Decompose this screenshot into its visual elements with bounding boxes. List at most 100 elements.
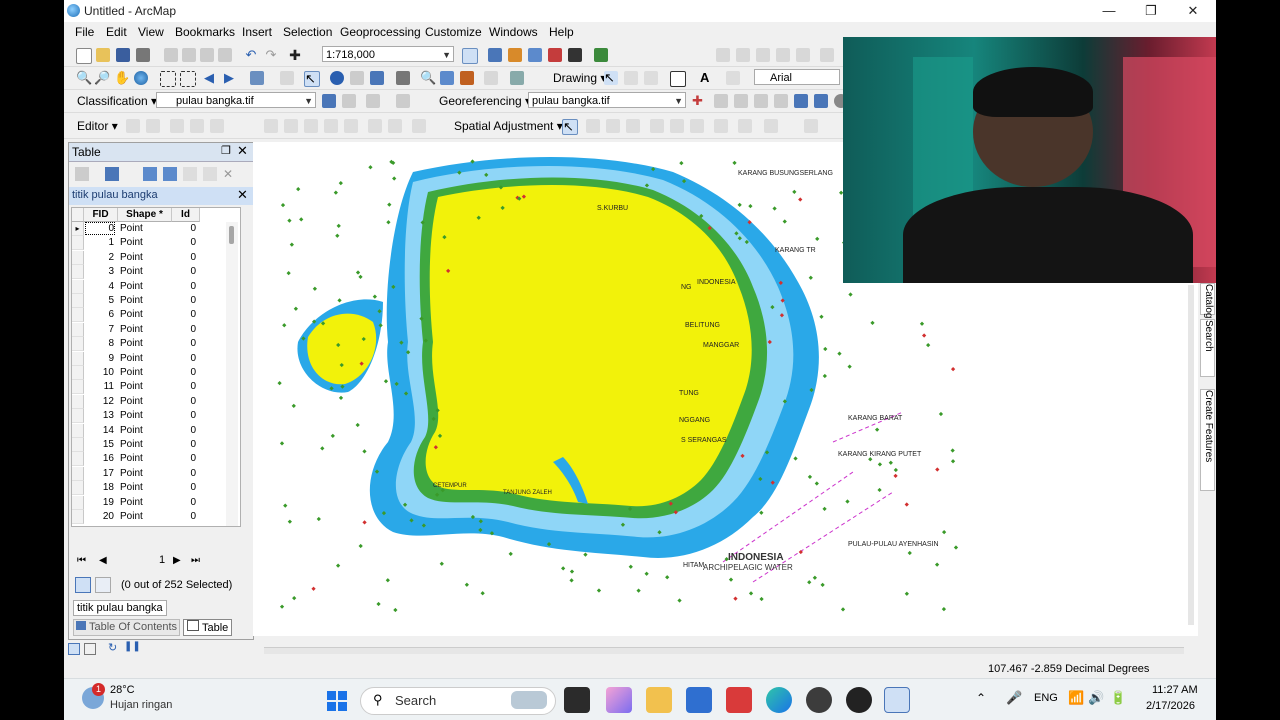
table-row[interactable]: ▸ 0 Point 0: [72, 222, 240, 236]
show-selected-records-icon[interactable]: [95, 577, 111, 593]
cell-id[interactable]: 0: [174, 223, 196, 234]
georef-layer-combo[interactable]: pulau bangka.tif ▼: [528, 92, 686, 108]
print-icon[interactable]: [136, 48, 150, 62]
cell-id[interactable]: 0: [174, 410, 196, 421]
table-row[interactable]: 1 Point 0: [72, 236, 240, 251]
zoom-in-icon[interactable]: 🔍: [76, 71, 92, 85]
menu-bookmarks[interactable]: Bookmarks: [175, 25, 235, 39]
search-tab[interactable]: Search: [1200, 319, 1215, 377]
map-horizontal-scrollbar[interactable]: [264, 647, 1184, 654]
current-record-number[interactable]: 1: [159, 554, 165, 566]
cell-id[interactable]: 0: [174, 468, 196, 479]
battery-icon[interactable]: 🔋: [1110, 690, 1126, 706]
weather-description[interactable]: Hujan ringan: [110, 699, 172, 711]
create-features-tab[interactable]: Create Features: [1200, 389, 1215, 491]
related-tables-icon[interactable]: [105, 167, 119, 181]
editor-toolbar-icon[interactable]: [462, 48, 478, 64]
file-explorer-icon[interactable]: [646, 687, 672, 713]
cell-id[interactable]: 0: [174, 396, 196, 407]
cell-shape[interactable]: Point: [120, 381, 168, 392]
row-selector[interactable]: [72, 308, 84, 323]
cell-shape[interactable]: Point: [120, 237, 168, 248]
select-features-icon[interactable]: [250, 71, 264, 85]
cell-fid[interactable]: 16: [86, 453, 114, 464]
rotate-icon[interactable]: [624, 71, 638, 85]
pause-drawing-icon[interactable]: ❚❚: [124, 641, 141, 652]
cell-id[interactable]: 0: [174, 237, 196, 248]
rectangle-icon[interactable]: [670, 71, 686, 87]
cell-id[interactable]: 0: [174, 511, 196, 522]
cell-id[interactable]: 0: [174, 381, 196, 392]
row-selector[interactable]: [72, 337, 84, 352]
taskbar-search-box[interactable]: ⚲ Search: [360, 687, 556, 715]
next-record-icon[interactable]: ▶: [173, 555, 181, 566]
cell-fid[interactable]: 11: [86, 381, 114, 392]
row-selector[interactable]: [72, 294, 84, 308]
text-tool-icon[interactable]: A: [700, 71, 714, 85]
chrome-like-icon[interactable]: [846, 687, 872, 713]
menu-insert[interactable]: Insert: [242, 25, 272, 39]
cut-icon[interactable]: [164, 48, 178, 62]
cell-shape[interactable]: Point: [120, 511, 168, 522]
select-elements-icon[interactable]: ↖: [304, 71, 320, 87]
save-icon[interactable]: [116, 48, 130, 62]
cell-fid[interactable]: 0: [85, 222, 115, 235]
restore-window-icon[interactable]: ❐: [221, 144, 231, 157]
table-row[interactable]: 16 Point 0: [72, 452, 240, 467]
maximize-button[interactable]: ❐: [1130, 0, 1172, 22]
cell-fid[interactable]: 20: [86, 511, 114, 522]
select-by-attributes-icon[interactable]: [143, 167, 157, 181]
font-combo[interactable]: Arial: [754, 69, 840, 85]
new-document-icon[interactable]: [76, 48, 92, 64]
table-row[interactable]: 7 Point 0: [72, 322, 240, 337]
cell-shape[interactable]: Point: [120, 266, 168, 277]
row-selector[interactable]: [72, 495, 84, 510]
cell-id[interactable]: 0: [174, 353, 196, 364]
cell-id[interactable]: 0: [174, 281, 196, 292]
table-row[interactable]: 2 Point 0: [72, 250, 240, 265]
scale-raster-icon[interactable]: [754, 94, 768, 108]
row-selector[interactable]: [72, 279, 84, 294]
table-row[interactable]: 10 Point 0: [72, 366, 240, 380]
table-row[interactable]: 8 Point 0: [72, 337, 240, 352]
data-view-icon[interactable]: [68, 643, 80, 655]
menu-windows[interactable]: Windows: [489, 25, 538, 39]
map-scale-combo[interactable]: 1:718,000 ▼: [322, 46, 454, 62]
row-selector[interactable]: [72, 466, 84, 481]
close-table-window-icon[interactable]: ✕: [237, 143, 248, 159]
cell-shape[interactable]: Point: [120, 497, 168, 508]
zoom-to-selected-icon[interactable]: [203, 167, 217, 181]
cell-fid[interactable]: 17: [86, 468, 114, 479]
close-button[interactable]: ✕: [1172, 0, 1214, 22]
clock-time[interactable]: 11:27 AM: [1152, 684, 1198, 696]
table-layer-tab[interactable]: titik pulau bangka ✕: [69, 187, 253, 205]
cell-fid[interactable]: 2: [86, 252, 114, 263]
spatial-adjustment-menu[interactable]: Spatial Adjustment ▾: [454, 119, 563, 133]
cell-fid[interactable]: 3: [86, 266, 114, 277]
cell-shape[interactable]: Point: [120, 281, 168, 292]
cell-shape[interactable]: Point: [120, 223, 168, 234]
cell-shape[interactable]: Point: [120, 367, 168, 378]
georeferencing-menu[interactable]: Georeferencing ▾: [439, 94, 531, 108]
table-row[interactable]: 20 Point 0: [72, 510, 240, 524]
undo-icon[interactable]: ↶: [244, 48, 258, 62]
cell-id[interactable]: 0: [174, 367, 196, 378]
find-icon[interactable]: 🔍: [420, 71, 436, 85]
table-row[interactable]: 13 Point 0: [72, 409, 240, 424]
volume-icon[interactable]: 🔊: [1088, 690, 1104, 706]
column-header-fid[interactable]: FID: [84, 208, 118, 222]
cell-fid[interactable]: 15: [86, 439, 114, 450]
table-layer-bottom-tab[interactable]: titik pulau bangka: [73, 600, 167, 616]
select-link-icon[interactable]: [774, 94, 788, 108]
layout-icon[interactable]: [510, 71, 524, 85]
cell-fid[interactable]: 1: [86, 237, 114, 248]
last-record-icon[interactable]: ⏭: [191, 555, 200, 566]
cell-shape[interactable]: Point: [120, 396, 168, 407]
chevron-up-icon[interactable]: ⌃: [976, 691, 986, 705]
editor-menu[interactable]: Editor ▾: [77, 119, 118, 133]
store-icon[interactable]: [686, 687, 712, 713]
zoom-out-icon[interactable]: 🔎: [94, 71, 110, 85]
menu-selection[interactable]: Selection: [283, 25, 332, 39]
menu-customize[interactable]: Customize: [425, 25, 482, 39]
row-selector[interactable]: [72, 423, 84, 438]
